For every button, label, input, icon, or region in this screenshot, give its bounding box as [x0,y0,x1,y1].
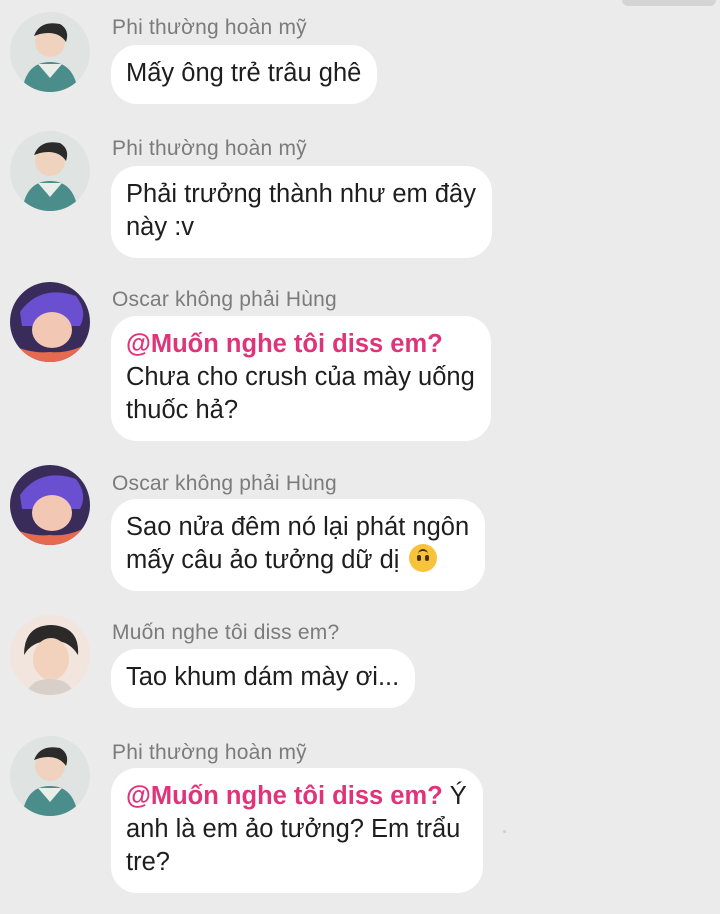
message-text: Sao nửa đêm nó lại phát ngôn [126,513,470,541]
message-bubble[interactable]: @Muốn nghe tôi diss em? Chưa cho crush c… [111,316,491,441]
avatar[interactable] [10,615,90,695]
avatar[interactable] [10,131,90,211]
mention-link[interactable]: @Muốn nghe tôi diss em? [126,328,475,361]
top-handle [622,0,716,6]
message-bubble[interactable]: Phải trưởng thành như em đây này :v [111,166,492,258]
message-text: anh là em ảo tưởng? Em trẩu [126,815,461,843]
avatar[interactable] [10,465,90,545]
message-text: Phải trưởng thành như em đây [126,180,476,208]
message-text: thuốc hả? [126,396,239,424]
message-text: tre? [126,848,170,876]
sender-name: Phi thường hoàn mỹ [112,137,307,160]
avatar[interactable] [10,282,90,362]
message-text: Ý [442,782,467,810]
message-bubble[interactable]: Mấy ông trẻ trâu ghê [111,45,378,104]
chat-screen: Phi thường hoàn mỹ Mấy ông trẻ trâu ghê … [0,0,720,914]
message-text: Tao khum dám mày ơi... [126,663,400,691]
sender-name: Oscar không phải Hùng [112,472,337,495]
message-text: Chưa cho crush của mày uống [126,363,475,391]
mention-link[interactable]: @Muốn nghe tôi diss em? [126,782,443,810]
avatar[interactable] [10,12,90,92]
message-bubble[interactable]: @Muốn nghe tôi diss em? Ý anh là em ảo t… [111,768,483,893]
sender-name: Phi thường hoàn mỹ [112,16,307,39]
message-text: Mấy ông trẻ trâu ghê [126,59,362,87]
message-bubble[interactable]: Tao khum dám mày ơi... [111,649,416,708]
upside-down-face-icon [408,544,437,572]
divider-dot [503,830,506,833]
message-text: này :v [126,213,195,241]
message-bubble[interactable]: Sao nửa đêm nó lại phát ngôn mấy câu ảo … [111,499,486,591]
sender-name: Oscar không phải Hùng [112,288,337,311]
avatar[interactable] [10,736,90,816]
sender-name: Muốn nghe tôi diss em? [112,621,340,644]
message-text: mấy câu ảo tưởng dữ dị [126,546,400,574]
sender-name: Phi thường hoàn mỹ [112,741,307,764]
